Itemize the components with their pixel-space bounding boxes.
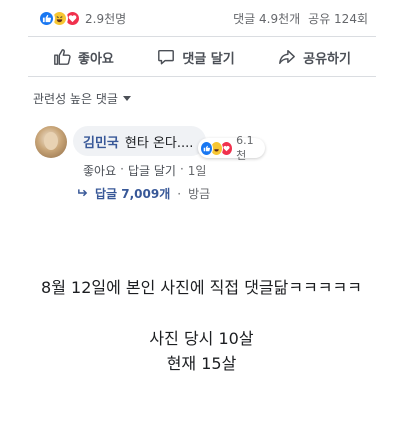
comment-text: 현타 온다.... <box>124 135 194 151</box>
comment-sort-label: 관련성 높은 댓글 <box>33 92 118 106</box>
comment-icon <box>157 48 175 66</box>
comment-reply-link[interactable]: 답글 달기 <box>128 162 176 179</box>
comment-like-link[interactable]: 좋아요 <box>83 162 116 179</box>
comment-bubble: 김민국 현타 온다.... <box>73 126 207 156</box>
like-reaction-icon <box>38 9 55 27</box>
separator-dot: · <box>120 162 124 176</box>
post-action-bar: 좋아요 댓글 달기 공유하기 <box>28 38 376 76</box>
avatar-photo <box>44 132 58 150</box>
comment-button[interactable]: 댓글 달기 <box>157 48 235 67</box>
comment-button-label: 댓글 달기 <box>182 51 235 67</box>
view-replies[interactable]: 답글 7,009개 · 방금 <box>77 185 210 202</box>
comment-author[interactable]: 김민국 <box>83 132 119 151</box>
comment-actions: 좋아요 · 답글 달기 · 1일 <box>83 162 206 179</box>
caption-line-3: 현재 15살 <box>166 354 237 373</box>
comment-reactions[interactable]: 6.1천 <box>198 134 265 162</box>
thumbs-up-icon <box>53 48 71 66</box>
replies-count-link[interactable]: 답글 7,009개 <box>95 185 170 202</box>
divider-top <box>28 36 376 37</box>
reply-arrow-icon <box>77 187 88 201</box>
reaction-cluster[interactable]: 2.9천명 <box>38 9 126 27</box>
comment-reaction-count: 6.1천 <box>236 133 254 162</box>
comment-sort-dropdown[interactable]: 관련성 높은 댓글 <box>33 90 131 107</box>
replies-time: 방금 <box>188 187 211 201</box>
avatar[interactable] <box>35 126 67 158</box>
post-counts: 댓글 4.9천개 공유 124회 <box>233 10 368 27</box>
like-reaction-icon <box>200 140 214 156</box>
separator-dot: · <box>179 162 184 176</box>
like-button[interactable]: 좋아요 <box>53 48 114 67</box>
separator-dot: · <box>177 186 182 201</box>
share-button-label: 공유하기 <box>303 51 351 67</box>
share-button[interactable]: 공유하기 <box>278 48 351 67</box>
caption-line-2: 사진 당시 10살 <box>149 329 254 348</box>
share-count[interactable]: 공유 124회 <box>308 10 368 27</box>
caption-line-1: 8월 12일에 본인 사진에 직접 댓글닮ㅋㅋㅋㅋㅋ <box>41 278 362 297</box>
chevron-down-icon <box>122 96 131 101</box>
share-icon <box>278 48 296 66</box>
reaction-count[interactable]: 2.9천명 <box>85 10 126 27</box>
divider-bottom <box>28 76 376 77</box>
like-button-label: 좋아요 <box>78 51 114 67</box>
reaction-summary: 2.9천명 댓글 4.9천개 공유 124회 <box>38 8 368 28</box>
comment-count[interactable]: 댓글 4.9천개 <box>233 10 300 27</box>
comment-time[interactable]: 1일 <box>188 162 207 179</box>
